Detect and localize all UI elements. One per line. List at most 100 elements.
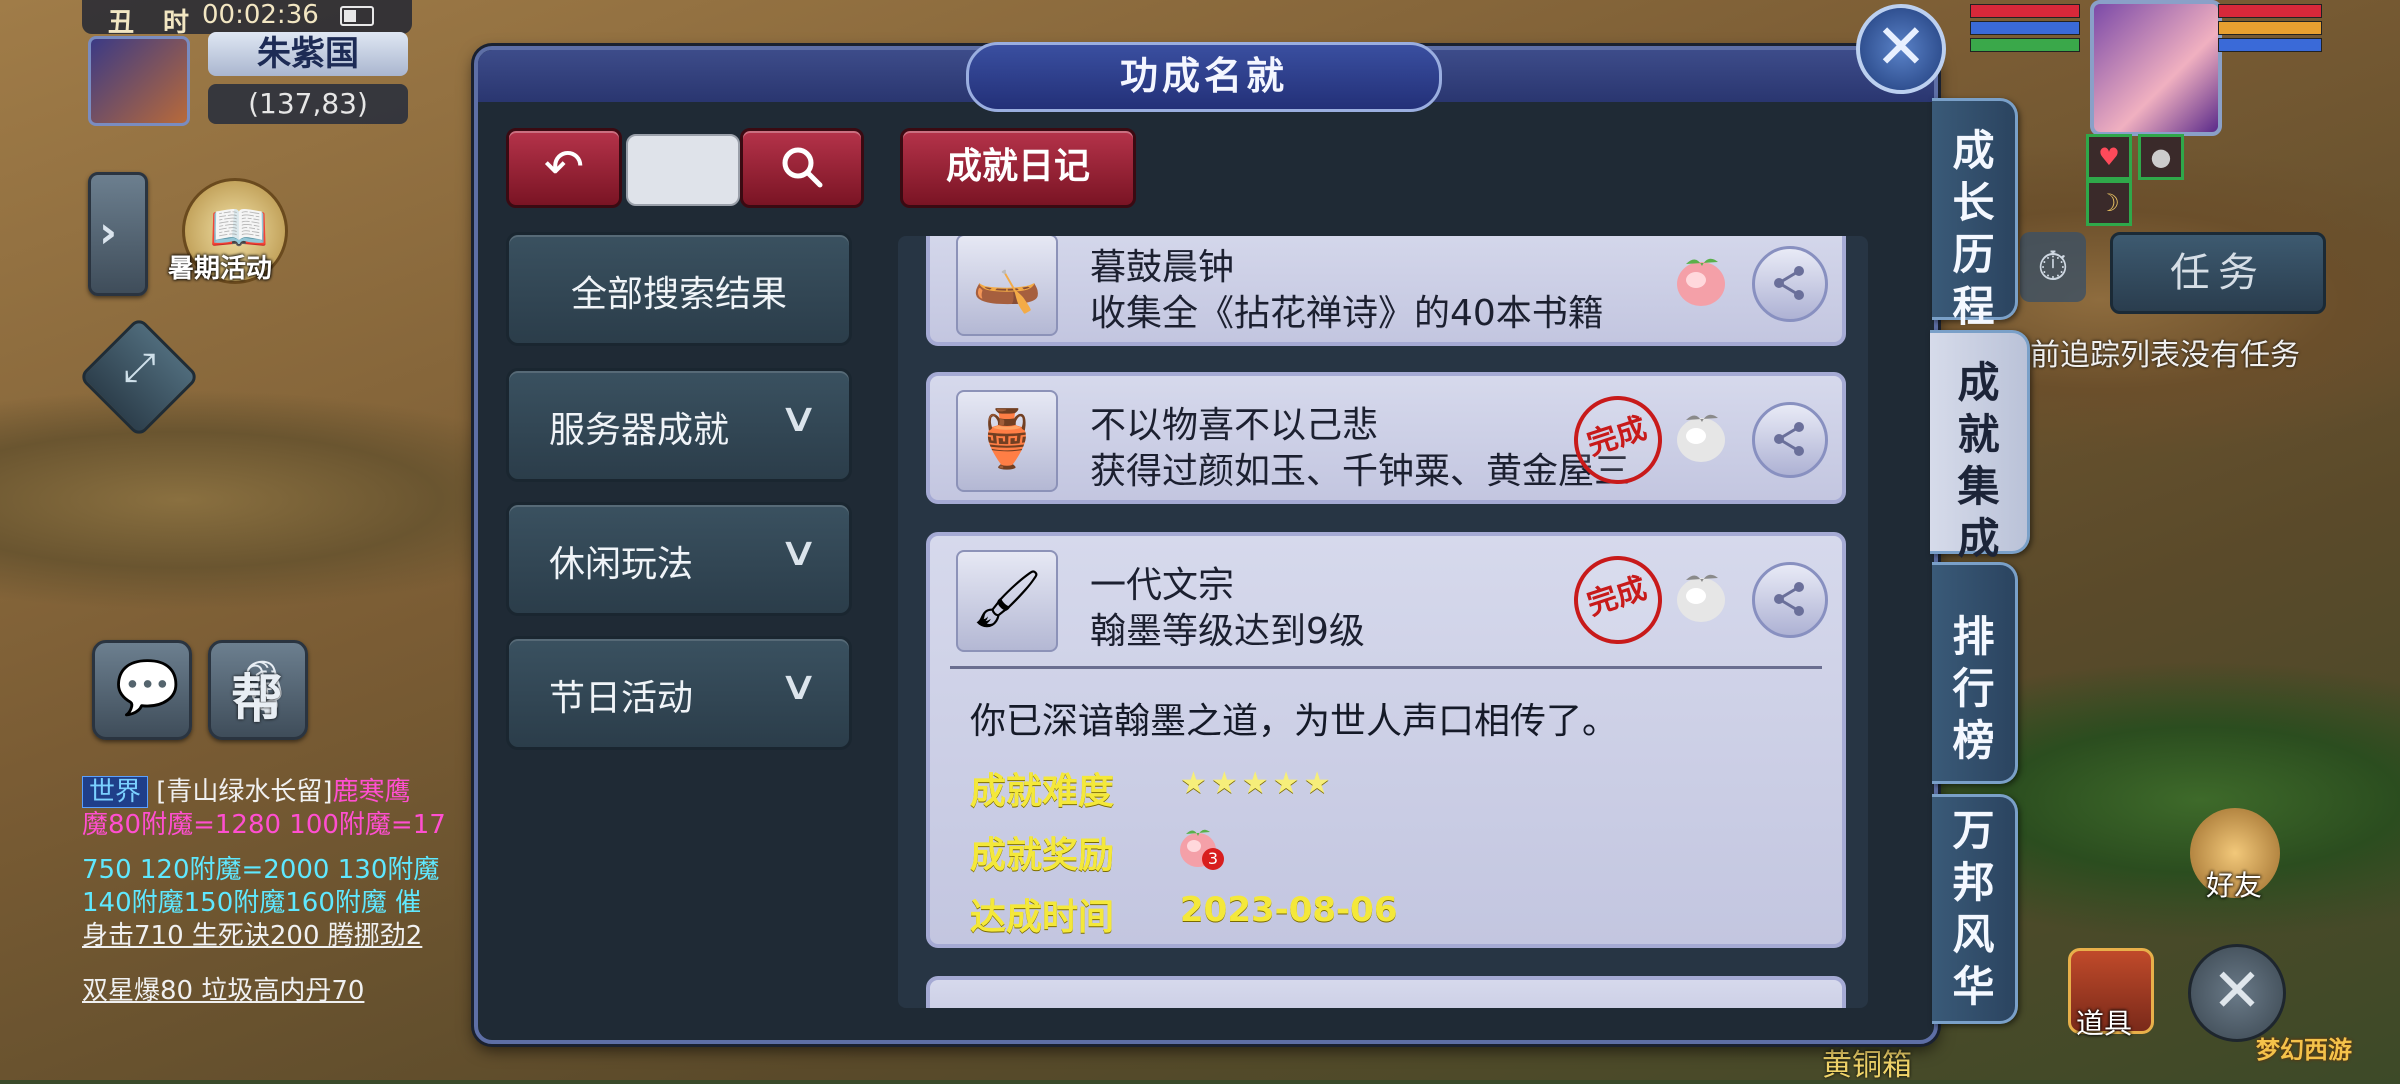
search-icon [782,147,823,188]
back-button[interactable]: ↶ [506,128,622,208]
share-icon [1774,266,1804,300]
peach-reward-icon [1666,246,1736,316]
chat-line: 140附魔150附魔160附魔 催 [82,888,422,918]
divider [950,666,1822,669]
search-button[interactable] [740,128,864,208]
difficulty-stars: ★★★★★ [1180,766,1335,801]
share-icon [1774,422,1804,456]
achievement-card-expanded[interactable]: 🖌 一代文宗 翰墨等级达到9级 完成 你已深谙翰墨之道，为世人声口相传了。 成就… [926,532,1846,948]
anger-bar [2218,21,2322,35]
share-icon [1774,582,1804,616]
speech-bubble-icon: 💬 [115,658,180,718]
difficulty-label: 成就难度 [970,771,1115,812]
task-tracker-text: 前追踪列表没有任务 [2030,338,2300,373]
chat-line: 世界 [青山绿水长留]鹿寒鹰 [82,776,472,809]
friends-label: 好友 [2206,869,2263,902]
tab-wanbang-contest[interactable]: 万邦风华 [1932,794,2018,1024]
achievement-title: 暮鼓晨钟 [1090,247,1235,288]
tab-char: 榜 [1952,716,1995,765]
tab-growth-history[interactable]: 成长历程 [1932,98,2018,331]
map-name[interactable]: 朱紫国 [208,32,408,76]
mp-bar [1970,21,2080,35]
tab-char: 成 [1957,514,2000,563]
achievement-card[interactable]: 🛶 暮鼓晨钟 收集全《拈花禅诗》的40本书籍 [926,236,1846,346]
peach-reward-icon [1666,562,1736,632]
reward-label: 成就奖励 [970,835,1115,876]
panel-close-button[interactable]: ✕ [1856,4,1946,94]
voice-button[interactable]: 🎙 帮 [208,640,308,740]
category-server[interactable]: 服务器成就 ∨ [506,368,852,482]
timer-button[interactable]: ⏱ [2020,232,2086,302]
tab-char: 排 [1952,612,1995,661]
chevron-down-icon: ∨ [777,529,819,575]
completion-time-value: 2023-08-06 [1180,890,1398,930]
category-label: 节日活动 [549,678,694,719]
close-menu-button[interactable]: ✕ [2188,944,2286,1042]
channel-tag: 世界 [82,776,149,808]
tab-char: 风 [1952,910,1995,959]
achievement-diary-button[interactable]: 成就日记 [900,128,1136,208]
player-avatar[interactable] [2090,0,2222,136]
category-label: 服务器成就 [549,410,730,451]
player-status-bars [2218,4,2322,62]
treasure-bowl-icon: 🏺 [956,390,1058,492]
chat-line: 750 120附魔=2000 130附魔 [82,855,440,885]
mp-bar [2218,38,2322,52]
achievement-card[interactable]: 🏺 不以物喜不以己悲 获得过颜如玉、千钟粟、黄金屋三 完成 [926,372,1846,504]
achievement-card[interactable] [926,976,1846,1008]
tab-char: 程 [1952,282,1995,331]
game-time-label: 丑 时 [108,8,200,38]
close-icon: ✕ [2211,956,2263,1026]
location-hud: 丑 时 00:02:36 朱紫国 (137,83) [82,0,412,126]
chat-log[interactable]: 世界 [青山绿水长留]鹿寒鹰 魔80附魔=1280 100附魔=17 750 1… [82,776,472,1046]
category-label: 休闲玩法 [549,544,694,585]
task-button[interactable]: 任务 [2110,232,2326,314]
map-thumbnail[interactable] [88,36,190,126]
tab-char: 长 [1952,178,1995,227]
category-all-results[interactable]: 全部搜索结果 [506,232,852,346]
chat-line: 身击710 生死诀200 腾挪劲2 [82,921,423,951]
expand-side-button[interactable]: › [88,172,148,296]
tab-char: 就 [1957,410,2000,459]
share-button[interactable] [1752,562,1828,638]
tab-char: 行 [1952,664,1995,713]
tab-char: 万 [1952,806,1995,855]
stone-buff-icon[interactable]: ● [2138,134,2184,180]
tab-leaderboard[interactable]: 排行榜 [1932,562,2018,784]
completion-time-label: 达成时间 [970,897,1115,938]
hp-bar [1970,4,2080,18]
battery-icon [340,6,374,26]
npc-name-label: 黄铜箱 [1822,1048,1912,1083]
category-casual[interactable]: 休闲玩法 ∨ [506,502,852,616]
tab-char: 邦 [1952,858,1995,907]
chevron-down-icon: ∨ [777,663,819,709]
expand-arrows-icon: ⤢ [123,344,156,391]
chat-text: 鹿寒鹰 [332,777,411,807]
achievement-desc: 获得过颜如玉、千钟粟、黄金屋三 [1090,451,1631,492]
clock-text: 00:02:36 [202,0,319,30]
exp-bar [1970,38,2080,52]
achievement-flavor-text: 你已深谙翰墨之道，为世人声口相传了。 [970,701,1619,742]
panel-title: 功成名就 [966,42,1442,112]
moon-buff-icon[interactable]: ☽ [2086,180,2132,226]
heart-buff-icon[interactable]: ♥ [2086,134,2132,180]
undo-arrow-icon: ↶ [543,139,585,195]
hp-bar [2218,4,2322,18]
inventory-label: 道具 [2076,1007,2133,1040]
achievement-desc: 收集全《拈花禅诗》的40本书籍 [1090,293,1604,334]
chat-sender[interactable]: [青山绿水长留] [156,777,332,807]
share-button[interactable] [1752,246,1828,322]
share-button[interactable] [1752,402,1828,478]
search-input[interactable] [626,134,740,206]
close-icon: ✕ [1875,10,1927,83]
tab-achievement-collection[interactable]: 成就集成 [1930,330,2030,563]
achievement-title: 不以物喜不以己悲 [1090,405,1379,446]
category-festival[interactable]: 节日活动 ∨ [506,636,852,750]
achievement-list[interactable]: 🛶 暮鼓晨钟 收集全《拈花禅诗》的40本书籍 🏺 不以物喜不以己悲 获得过颜如玉… [898,236,1868,1008]
chat-button[interactable]: 💬 [92,640,192,740]
peach-reward-icon[interactable] [1170,818,1230,878]
brush-icon: 🖌 [956,550,1058,652]
chat-line: 魔80附魔=1280 100附魔=17 [82,810,446,840]
summer-event-label: 暑期活动 [168,254,273,284]
category-label: 全部搜索结果 [570,274,787,315]
